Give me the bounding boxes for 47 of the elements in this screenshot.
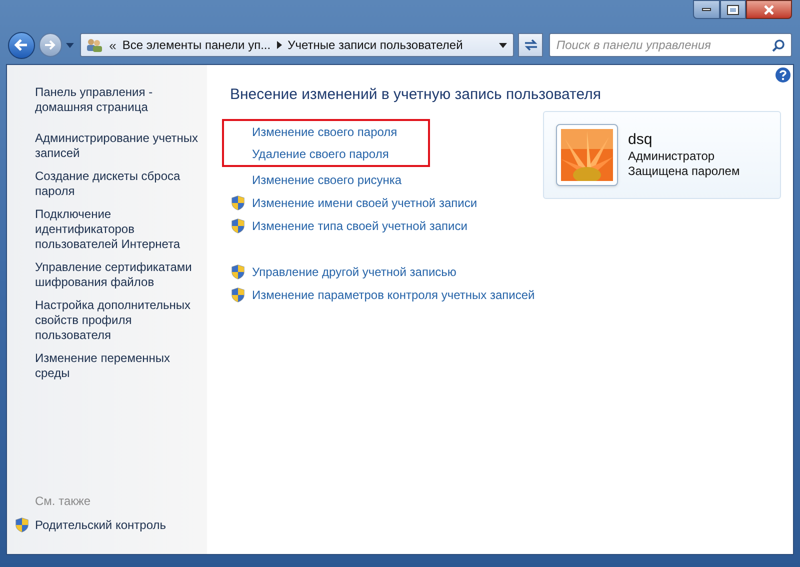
sidebar-link[interactable]: Управление сертификатами шифрования файлов — [35, 260, 203, 290]
close-icon — [763, 4, 775, 14]
search-icon[interactable] — [772, 38, 785, 52]
breadcrumb[interactable]: Учетные записи пользователей — [288, 36, 463, 54]
task-link[interactable]: Изменение параметров контроля учетных записей — [252, 287, 535, 303]
search-box[interactable]: Поиск в панели управления — [549, 33, 792, 57]
sidebar-link[interactable]: Создание дискеты сброса пароля — [35, 169, 203, 199]
shield-icon — [230, 195, 246, 211]
address-bar[interactable]: « Все элементы панели уп... Учетные записи пользователей — [80, 33, 514, 57]
task-link[interactable]: Изменение своего рисунка — [252, 172, 402, 188]
sidebar-link[interactable]: Изменение переменных среды — [35, 351, 203, 381]
account-role: Администратор — [628, 149, 716, 164]
history-dropdown-icon[interactable] — [66, 42, 74, 48]
breadcrumb-arrow-icon[interactable] — [276, 41, 282, 49]
refresh-button[interactable] — [518, 33, 544, 57]
shield-icon — [14, 517, 30, 533]
sidebar-link[interactable]: Настройка дополнительных свойств профиля пользователя — [35, 298, 203, 343]
sidebar-link[interactable]: Подключение идентификаторов пользователей Интернета — [35, 207, 203, 252]
dropdown-icon[interactable] — [498, 42, 507, 48]
page-heading: Внесение изменений в учетную запись пользователя — [230, 85, 602, 105]
shield-icon — [230, 264, 246, 280]
account-name: dsq — [628, 131, 654, 149]
forward-arrow-icon — [44, 40, 56, 50]
back-arrow-icon — [14, 39, 28, 51]
task-link[interactable]: Изменение своего пароля — [252, 124, 398, 140]
task-link[interactable]: Удаление своего пароля — [252, 146, 389, 162]
account-status: Защищена паролем — [628, 164, 740, 179]
breadcrumb[interactable]: Все элементы панели уп... — [122, 36, 271, 54]
sidebar-link[interactable]: Панель управления - домашняя страница — [35, 85, 203, 115]
task-link[interactable]: Изменение типа своей учетной записи — [252, 218, 468, 234]
overflow-chevron-icon[interactable]: « — [109, 38, 116, 52]
see-also-heading: См. также — [35, 493, 92, 510]
refresh-icon — [522, 38, 539, 52]
help-icon[interactable] — [775, 67, 791, 83]
shield-icon — [230, 287, 246, 303]
back-button[interactable] — [8, 32, 35, 58]
task-link[interactable]: Управление другой учетной записью — [252, 264, 456, 280]
search-field[interactable]: Поиск в панели управления — [556, 36, 772, 54]
users-icon — [85, 37, 104, 53]
sidebar-link[interactable]: Родительский контроль — [35, 516, 166, 534]
minimize-button[interactable] — [693, 0, 720, 19]
shield-icon — [230, 218, 246, 234]
maximize-button[interactable] — [720, 0, 746, 19]
task-link[interactable]: Изменение имени своей учетной записи — [252, 195, 478, 211]
forward-button[interactable] — [38, 33, 62, 57]
close-button[interactable] — [746, 0, 792, 19]
sidebar-link[interactable]: Администрирование учетных записей — [35, 131, 203, 161]
